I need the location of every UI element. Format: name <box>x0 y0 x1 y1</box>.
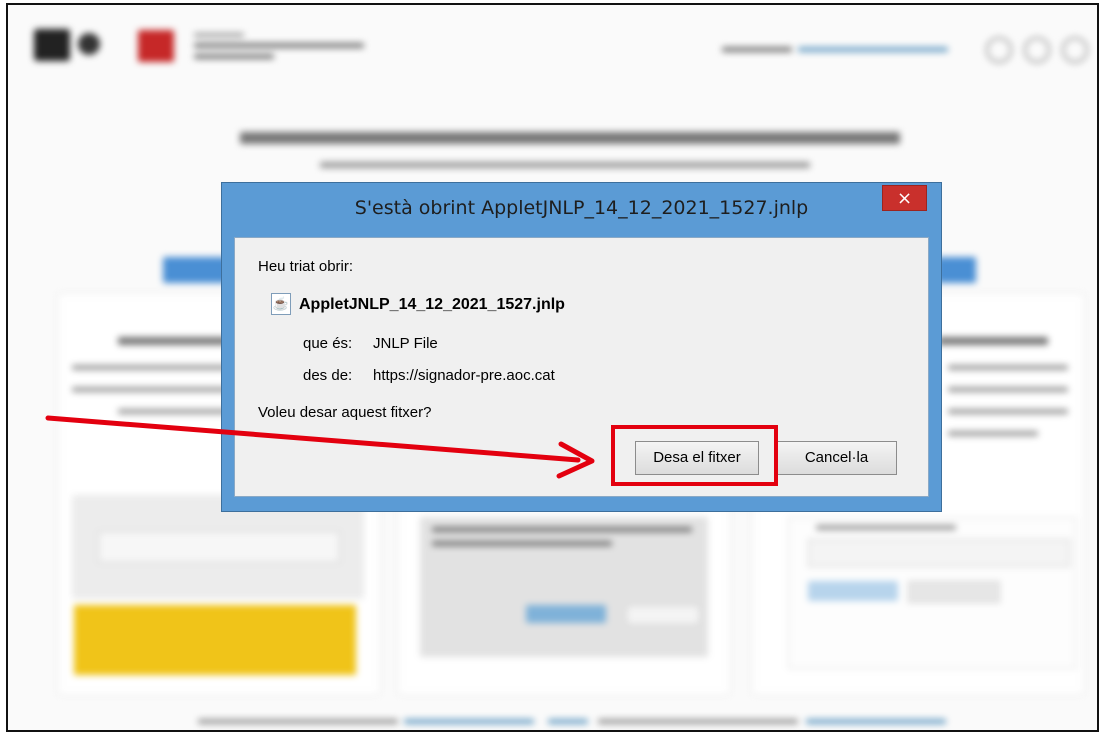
annotation-arrow-line <box>45 415 581 463</box>
annotation-arrow <box>45 415 595 479</box>
